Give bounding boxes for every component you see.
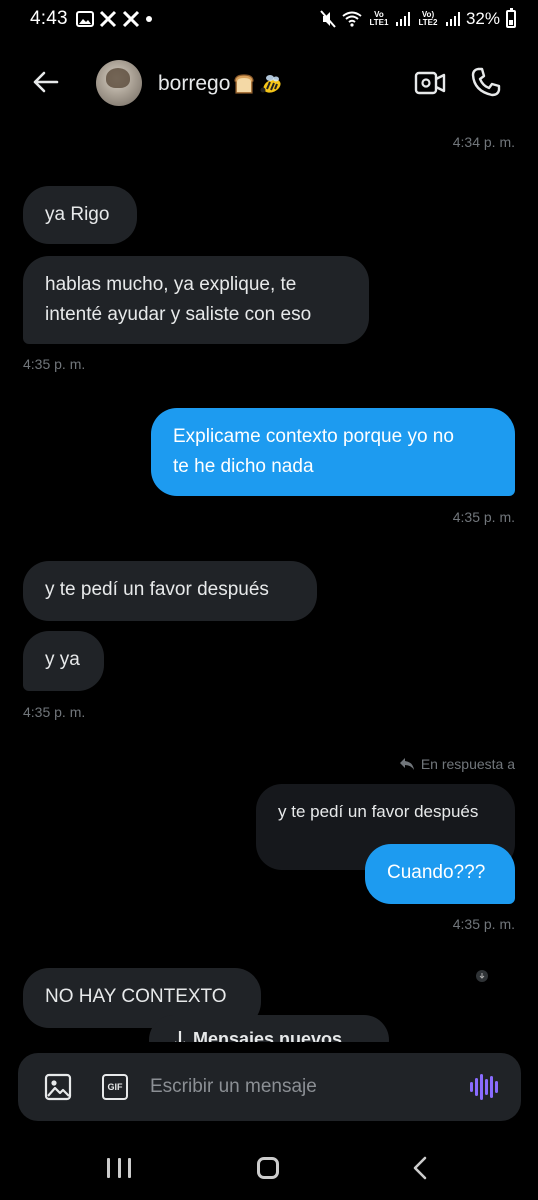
message-text: y ya <box>45 649 80 670</box>
message-composer: GIF <box>18 1053 521 1121</box>
voice-message-button[interactable] <box>470 1073 500 1101</box>
message-timestamp: 4:35 p. m. <box>452 509 515 525</box>
waveform-icon <box>485 1079 488 1095</box>
attach-image-button[interactable] <box>44 1073 72 1101</box>
waveform-icon <box>475 1078 478 1096</box>
message-text: NO HAY CONTEXTO <box>45 986 227 1007</box>
gif-button[interactable]: GIF <box>102 1074 128 1100</box>
home-button[interactable] <box>257 1157 279 1179</box>
message-text: Cuando??? <box>387 862 486 883</box>
reply-label: En respuesta a <box>420 756 515 772</box>
chevron-left-icon <box>413 1156 427 1180</box>
outgoing-message[interactable]: Cuando??? <box>365 844 515 904</box>
message-timestamp: 4:35 p. m. <box>23 704 86 720</box>
incoming-message[interactable]: y te pedí un favor después <box>23 561 317 621</box>
quoted-text: y te pedí un favor después <box>278 802 479 821</box>
reply-reference[interactable]: En respuesta a <box>399 756 515 772</box>
waveform-icon <box>480 1074 483 1100</box>
recent-apps-icon <box>117 1158 121 1178</box>
message-timestamp: 4:34 p. m. <box>452 134 515 150</box>
system-back-button[interactable] <box>410 1155 430 1181</box>
outgoing-message[interactable]: Explicame contexto porque yo no te he di… <box>151 408 515 496</box>
recent-apps-icon <box>128 1158 131 1178</box>
message-text-line: te he dicho nada <box>173 456 314 477</box>
incoming-message[interactable]: y ya <box>23 631 104 691</box>
reply-arrow-icon <box>399 758 414 770</box>
message-text-line: hablas mucho, ya explique, te <box>45 274 297 295</box>
scroll-down-indicator-icon[interactable] <box>476 970 488 982</box>
waveform-icon <box>490 1076 493 1098</box>
waveform-icon <box>470 1082 473 1092</box>
message-list[interactable]: 4:34 p. m. ya Rigo hablas mucho, ya expl… <box>0 0 538 1042</box>
system-navigation-bar <box>0 1140 538 1200</box>
message-text-line: intenté ayudar y saliste con eso <box>45 304 312 325</box>
image-icon <box>44 1073 72 1101</box>
recent-apps-icon <box>107 1158 110 1178</box>
recent-apps-button[interactable] <box>107 1158 131 1180</box>
message-text: y te pedí un favor después <box>45 579 269 600</box>
gif-label: GIF <box>107 1082 123 1092</box>
new-messages-button[interactable]: Mensajes nuevos <box>149 1015 389 1042</box>
arrow-down-icon <box>175 1031 185 1042</box>
waveform-icon <box>495 1081 498 1093</box>
incoming-message[interactable]: hablas mucho, ya explique, te intenté ay… <box>23 256 369 344</box>
message-timestamp: 4:35 p. m. <box>23 356 86 372</box>
message-text-line: Explicame contexto porque yo no <box>173 426 454 447</box>
message-text: ya Rigo <box>45 204 110 225</box>
new-messages-label: Mensajes nuevos <box>193 1029 343 1042</box>
incoming-message[interactable]: ya Rigo <box>23 186 137 244</box>
message-timestamp: 4:35 p. m. <box>452 916 515 932</box>
message-input[interactable] <box>150 1067 450 1107</box>
